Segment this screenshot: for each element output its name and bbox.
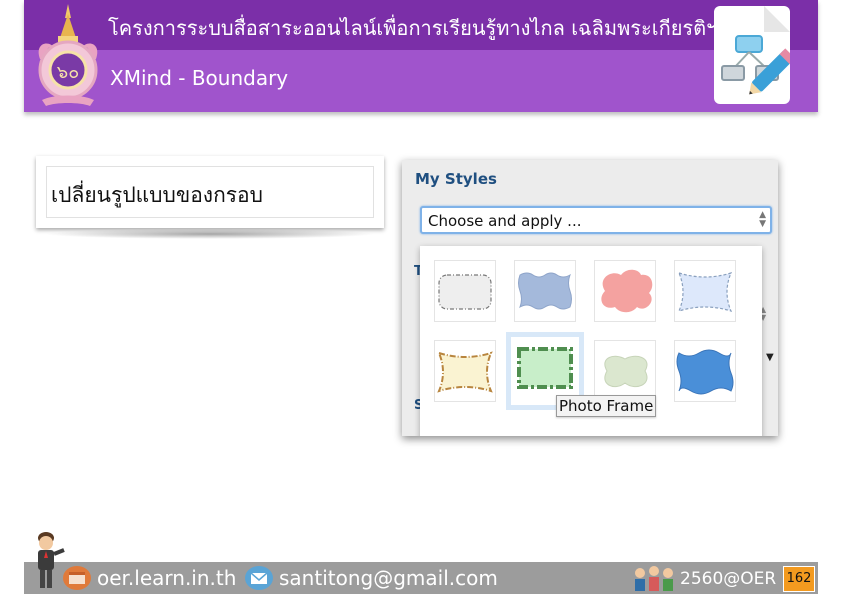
website-icon: [63, 566, 91, 590]
boundary-style-option-cloud-red[interactable]: [594, 260, 656, 322]
boundary-style-option-wavy-dark-blue[interactable]: [674, 340, 736, 402]
header-banner: ๖๐ โครงการระบบสื่อสาระออนไลน์เพื่อการเรี…: [24, 0, 818, 112]
boundary-style-option-cloud-green[interactable]: [594, 340, 656, 402]
royal-seal-icon: ๖๐: [38, 4, 98, 106]
wavy-dark-blue-boundary-icon: [676, 349, 734, 395]
dropdown-arrow-icon[interactable]: ▼: [766, 352, 774, 363]
my-styles-heading: My Styles: [415, 170, 497, 188]
tooltip: Photo Frame: [556, 395, 657, 417]
footer-tag: 2560@OER: [680, 569, 777, 589]
select-arrows-icon: ▲ ▼: [759, 210, 766, 229]
caption-text: เปลี่ยนรูปแบบของกรอบ: [51, 183, 263, 207]
style-select[interactable]: Choose and apply ... ▲ ▼: [420, 206, 772, 234]
scalloped-light-blue-boundary-icon: [677, 272, 733, 312]
website-link[interactable]: oer.learn.in.th: [97, 566, 236, 590]
cloud-red-boundary-icon: [601, 269, 653, 313]
boundary-style-option-wavy-blue[interactable]: [514, 260, 576, 322]
boundary-style-option-scalloped-light-blue[interactable]: [674, 260, 736, 322]
wavy-blue-boundary-icon: [518, 272, 572, 310]
xmind-styles-panel: My Styles Choose and apply ... ▲ ▼ T S ▲ ▼…: [402, 160, 778, 436]
caption-box: เปลี่ยนรูปแบบของกรอบ: [46, 166, 374, 218]
style-select-value: Choose and apply ...: [428, 212, 582, 230]
header-title: โครงการระบบสื่อสาระออนไลน์เพื่อการเรียนร…: [108, 16, 718, 40]
cloud-green-boundary-icon: [604, 355, 648, 387]
svg-text:๖๐: ๖๐: [57, 62, 79, 83]
email-link[interactable]: santitong@gmail.com: [279, 566, 498, 590]
email-icon: [245, 566, 273, 590]
xmind-pencil-icon: [714, 6, 796, 104]
caption-shadow: [44, 229, 376, 239]
page-number: 162: [783, 566, 815, 592]
scalloped-yellow-boundary-icon: [437, 351, 493, 393]
page-title: XMind - Boundary: [110, 66, 289, 90]
caption-card: เปลี่ยนรูปแบบของกรอบ: [36, 156, 384, 228]
boundary-style-option-rounded-dashed[interactable]: [434, 260, 496, 322]
rounded-dashed-gray-boundary-icon: [438, 274, 492, 310]
boundary-style-option-scalloped-yellow[interactable]: [434, 340, 496, 402]
people-group-icon: [635, 566, 673, 591]
